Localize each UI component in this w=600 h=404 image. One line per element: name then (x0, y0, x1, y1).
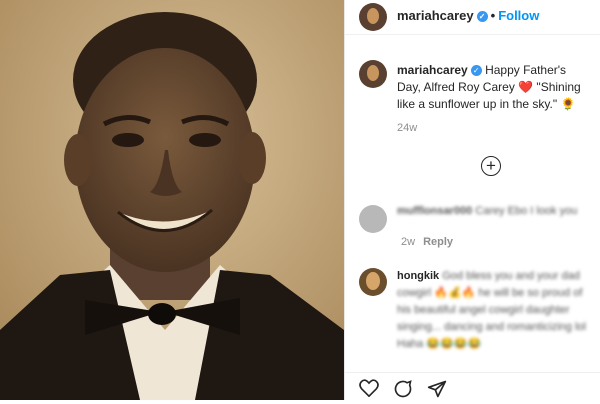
plus-circle-icon[interactable]: + (481, 156, 501, 176)
share-icon[interactable] (427, 379, 447, 404)
comment-text: Carey Ebo I look you (475, 205, 578, 217)
comment-avatar[interactable] (359, 205, 387, 233)
comment-1: mufflonsar000 Carey Ebo I look you (397, 205, 587, 217)
header-username[interactable]: mariahcarey (397, 8, 474, 23)
reply-button[interactable]: Reply (423, 236, 453, 248)
comment-avatar[interactable] (359, 268, 387, 296)
verified-badge-icon: ✓ (476, 11, 488, 22)
verified-badge-icon: ✓ (470, 65, 482, 76)
comment-2: hongkik God bless you and your dad cowgi… (397, 268, 597, 353)
portrait-image (0, 0, 344, 400)
post-photo[interactable] (0, 0, 344, 400)
comment-timestamp[interactable]: 2w (401, 236, 415, 248)
heart-icon[interactable] (359, 379, 379, 402)
caption-avatar[interactable] (359, 60, 387, 88)
caption-timestamp[interactable]: 24w (397, 122, 417, 134)
post-caption: mariahcarey ✓ Happy Father's Day, Alfred … (397, 62, 593, 113)
follow-button[interactable]: Follow (498, 8, 539, 23)
post-panel: mariahcarey ✓ • Follow mariahcarey ✓ Happy F… (344, 0, 600, 400)
comment-icon[interactable] (393, 379, 413, 404)
avatar[interactable] (359, 3, 387, 31)
post-header: mariahcarey ✓ • Follow (345, 0, 600, 35)
comment-username[interactable]: mufflonsar000 (397, 205, 472, 217)
separator-dot: • (490, 8, 496, 23)
comment-1-meta: 2w Reply (401, 236, 453, 248)
header-user-line: mariahcarey ✓ • Follow (397, 8, 539, 23)
comment-username[interactable]: hongkik (397, 270, 439, 282)
caption-username[interactable]: mariahcarey (397, 63, 468, 77)
comment-text: God bless you and your dad cowgirl 🔥💰🔥 h… (397, 270, 586, 350)
action-bar (345, 372, 600, 401)
